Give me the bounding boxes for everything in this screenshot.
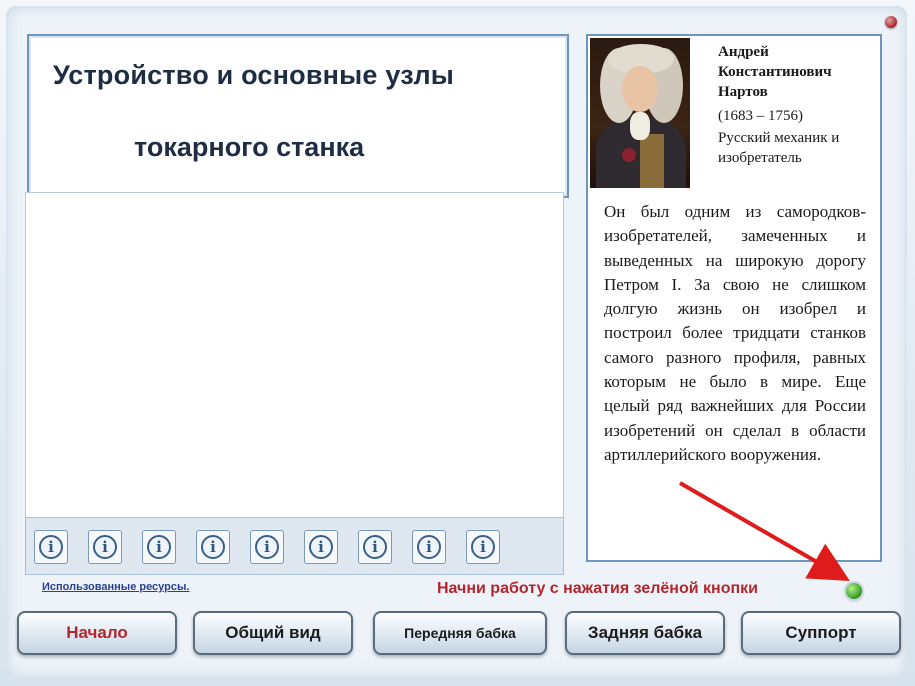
start-hint: Начни работу с нажатия зелёной кнопки — [437, 580, 758, 597]
info-icon: i — [255, 535, 279, 559]
title-panel: Устройство и основные узлы токарного ста… — [27, 34, 569, 198]
info-icon: i — [417, 535, 441, 559]
tailstock-button[interactable]: Задняя бабка — [565, 611, 725, 655]
bio-name: Андрей Константинович Нартов — [718, 44, 832, 100]
info-button-4[interactable]: i — [196, 530, 230, 564]
info-icon: i — [93, 535, 117, 559]
info-icon: i — [363, 535, 387, 559]
close-dot-icon[interactable] — [885, 16, 897, 28]
bio-role: Русский механик и изобретатель — [718, 130, 840, 166]
start-button[interactable] — [846, 583, 862, 599]
resources-link[interactable]: Использованные ресурсы. — [42, 581, 189, 593]
info-button-strip: i i i i i i i i i — [25, 517, 564, 575]
home-button[interactable]: Начало — [17, 611, 177, 655]
info-button-2[interactable]: i — [88, 530, 122, 564]
lathe-image-area — [25, 192, 564, 518]
page-title-line-1: Устройство и основные узлы — [53, 60, 455, 90]
info-button-6[interactable]: i — [304, 530, 338, 564]
info-button-1[interactable]: i — [34, 530, 68, 564]
info-icon: i — [201, 535, 225, 559]
info-button-3[interactable]: i — [142, 530, 176, 564]
info-button-7[interactable]: i — [358, 530, 392, 564]
page-title-line-2: токарного станка — [134, 132, 365, 162]
info-icon: i — [309, 535, 333, 559]
info-icon: i — [147, 535, 171, 559]
info-button-9[interactable]: i — [466, 530, 500, 564]
headstock-button[interactable]: Передняя бабка — [373, 611, 547, 655]
info-button-8[interactable]: i — [412, 530, 446, 564]
bio-text: Он был одним из самородков-изобретателей… — [604, 202, 866, 464]
portrait-image — [590, 38, 690, 188]
support-button[interactable]: Суппорт — [741, 611, 901, 655]
info-icon: i — [39, 535, 63, 559]
biography-panel: Андрей Константинович Нартов (1683 – 175… — [586, 34, 882, 562]
info-icon: i — [471, 535, 495, 559]
info-button-5[interactable]: i — [250, 530, 284, 564]
bio-years: (1683 – 1756) — [718, 108, 803, 124]
overview-button[interactable]: Общий вид — [193, 611, 353, 655]
